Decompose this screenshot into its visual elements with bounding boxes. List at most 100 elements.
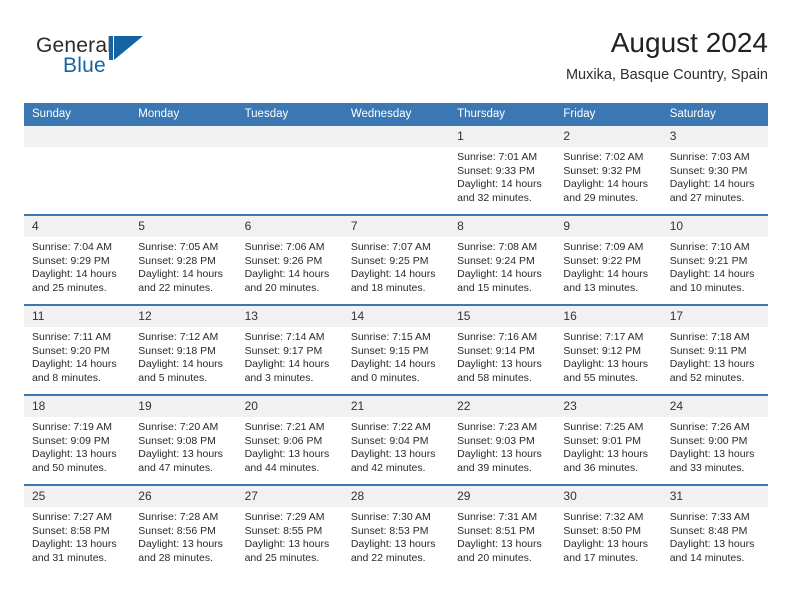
day-details: Sunrise: 7:31 AM Sunset: 8:51 PM Daylight:… [449,507,555,565]
daylight-text-line1: Daylight: 13 hours [457,448,542,461]
day-number: 25 [24,486,131,507]
calendar-day-cell[interactable]: 9 Sunrise: 7:09 AM Sunset: 9:22 PM Daylight… [555,214,662,305]
sunrise-text: Sunrise: 7:03 AM [669,151,750,163]
sunrise-text: Sunrise: 7:15 AM [350,331,431,343]
weekday-header-tuesday: Tuesday [236,103,343,126]
calendar-day-cell[interactable]: 26 Sunrise: 7:28 AM Sunset: 8:56 PM Dayligh… [130,484,237,574]
calendar-day-cell[interactable]: 13 Sunrise: 7:14 AM Sunset: 9:17 PM Dayligh… [236,304,343,395]
day-details: Sunrise: 7:26 AM Sunset: 9:00 PM Daylight:… [662,417,768,475]
day-number [342,126,450,147]
day-details: Sunrise: 7:01 AM Sunset: 9:33 PM Daylight:… [449,147,555,205]
day-details: Sunrise: 7:18 AM Sunset: 9:11 PM Daylight:… [662,327,768,385]
day-number: 24 [661,396,768,417]
day-number: 4 [24,216,131,237]
calendar-day-cell[interactable]: 31 Sunrise: 7:33 AM Sunset: 8:48 PM Dayligh… [661,484,768,574]
calendar-day-cell[interactable]: 17 Sunrise: 7:18 AM Sunset: 9:11 PM Dayligh… [661,304,768,395]
sunset-text: Sunset: 9:14 PM [457,344,535,357]
daylight-text-line1: Daylight: 14 hours [669,178,755,191]
sunrise-text: Sunrise: 7:21 AM [244,421,325,433]
calendar-day-cell[interactable]: 30 Sunrise: 7:32 AM Sunset: 8:50 PM Dayligh… [555,484,662,574]
daylight-text-line1: Daylight: 13 hours [669,538,755,551]
calendar-day-cell[interactable]: 6 Sunrise: 7:06 AM Sunset: 9:26 PM Daylight… [236,214,343,305]
calendar-day-cell[interactable]: 23 Sunrise: 7:25 AM Sunset: 9:01 PM Dayligh… [555,394,662,485]
daylight-text-line2: and 25 minutes. [244,551,320,564]
daylight-text-line2: and 8 minutes. [32,371,101,384]
day-number: 31 [661,486,768,507]
calendar-week-row: 1 Sunrise: 7:01 AM Sunset: 9:33 PM Daylight… [24,126,768,215]
daylight-text-line1: Daylight: 13 hours [457,358,542,371]
day-details: Sunrise: 7:30 AM Sunset: 8:53 PM Daylight:… [343,507,449,565]
weekday-header-thursday: Thursday [449,103,556,126]
sunrise-text: Sunrise: 7:28 AM [138,511,219,523]
title-block: August 2024 Muxika, Basque Country, Spai… [566,26,768,84]
daylight-text-line1: Daylight: 13 hours [138,448,223,461]
calendar-header-row: Sunday Monday Tuesday Wednesday Thursday Frid… [24,103,768,126]
calendar-day-cell[interactable]: 10 Sunrise: 7:10 AM Sunset: 9:21 PM Dayligh… [661,214,768,305]
calendar-day-cell[interactable]: 16 Sunrise: 7:17 AM Sunset: 9:12 PM Dayligh… [555,304,662,395]
day-details: Sunrise: 7:23 AM Sunset: 9:03 PM Daylight:… [449,417,555,475]
calendar-day-cell[interactable]: 28 Sunrise: 7:30 AM Sunset: 8:53 PM Dayligh… [342,484,450,574]
sunrise-text: Sunrise: 7:12 AM [138,331,219,343]
sunrise-text: Sunrise: 7:26 AM [669,421,750,433]
calendar-day-cell[interactable]: 14 Sunrise: 7:15 AM Sunset: 9:15 PM Dayligh… [342,304,450,395]
day-number: 19 [130,396,237,417]
calendar-day-cell[interactable]: 3 Sunrise: 7:03 AM Sunset: 9:30 PM Daylight… [661,126,768,215]
calendar-day-cell[interactable]: 29 Sunrise: 7:31 AM Sunset: 8:51 PM Dayligh… [449,484,556,574]
calendar-day-cell[interactable]: 2 Sunrise: 7:02 AM Sunset: 9:32 PM Daylight… [555,126,662,215]
day-details: Sunrise: 7:32 AM Sunset: 8:50 PM Daylight:… [555,507,661,565]
calendar-day-cell[interactable]: 27 Sunrise: 7:29 AM Sunset: 8:55 PM Dayligh… [236,484,343,574]
day-number: 1 [449,126,556,147]
day-details: Sunrise: 7:19 AM Sunset: 9:09 PM Daylight:… [24,417,130,475]
calendar-day-cell[interactable]: 21 Sunrise: 7:22 AM Sunset: 9:04 PM Dayligh… [342,394,450,485]
sunrise-text: Sunrise: 7:16 AM [457,331,538,343]
daylight-text-line1: Daylight: 13 hours [563,538,649,551]
sunrise-text: Sunrise: 7:20 AM [138,421,219,433]
calendar-day-cell[interactable]: 19 Sunrise: 7:20 AM Sunset: 9:08 PM Dayligh… [130,394,237,485]
daylight-text-line2: and 29 minutes. [563,191,639,204]
calendar-day-cell[interactable]: 8 Sunrise: 7:08 AM Sunset: 9:24 PM Daylight… [449,214,556,305]
calendar-day-cell[interactable]: 11 Sunrise: 7:11 AM Sunset: 9:20 PM Dayligh… [24,304,131,395]
brand-logo[interactable]: General Blue [36,34,196,90]
calendar-day-cell-empty [24,126,131,215]
calendar-day-cell[interactable]: 4 Sunrise: 7:04 AM Sunset: 9:29 PM Daylight… [24,214,131,305]
calendar-day-cell[interactable]: 25 Sunrise: 7:27 AM Sunset: 8:58 PM Dayligh… [24,484,131,574]
calendar-week-row: 18 Sunrise: 7:19 AM Sunset: 9:09 PM Dayligh… [24,394,768,485]
sunset-text: Sunset: 8:55 PM [244,524,323,537]
day-number: 3 [661,126,768,147]
calendar-day-cell[interactable]: 18 Sunrise: 7:19 AM Sunset: 9:09 PM Dayligh… [24,394,131,485]
calendar-day-cell[interactable]: 22 Sunrise: 7:23 AM Sunset: 9:03 PM Dayligh… [449,394,556,485]
day-details: Sunrise: 7:28 AM Sunset: 8:56 PM Daylight:… [130,507,236,565]
day-number: 9 [555,216,662,237]
daylight-text-line1: Daylight: 14 hours [244,268,330,281]
page-subtitle: Muxika, Basque Country, Spain [565,67,768,83]
day-details: Sunrise: 7:04 AM Sunset: 9:29 PM Daylight:… [24,237,130,295]
calendar-day-cell[interactable]: 24 Sunrise: 7:26 AM Sunset: 9:00 PM Dayligh… [661,394,768,485]
calendar-day-cell[interactable]: 1 Sunrise: 7:01 AM Sunset: 9:33 PM Daylight… [449,126,556,215]
day-number: 8 [449,216,556,237]
day-details: Sunrise: 7:15 AM Sunset: 9:15 PM Daylight:… [343,327,449,385]
daylight-text-line1: Daylight: 13 hours [457,538,542,551]
sunrise-text: Sunrise: 7:06 AM [244,241,325,253]
daylight-text-line2: and 13 minutes. [563,281,639,294]
sunset-text: Sunset: 9:28 PM [138,254,216,267]
calendar-day-cell[interactable]: 7 Sunrise: 7:07 AM Sunset: 9:25 PM Daylight… [342,214,450,305]
calendar-day-cell[interactable]: 5 Sunrise: 7:05 AM Sunset: 9:28 PM Daylight… [130,214,237,305]
daylight-text-line2: and 10 minutes. [669,281,745,294]
calendar-day-cell[interactable]: 20 Sunrise: 7:21 AM Sunset: 9:06 PM Dayligh… [236,394,343,485]
day-number: 14 [342,306,450,327]
sunrise-text: Sunrise: 7:02 AM [563,151,644,163]
calendar-day-cell[interactable]: 15 Sunrise: 7:16 AM Sunset: 9:14 PM Dayligh… [449,304,556,395]
calendar-day-cell[interactable]: 12 Sunrise: 7:12 AM Sunset: 9:18 PM Dayligh… [130,304,237,395]
day-number [24,126,131,147]
sunset-text: Sunset: 8:48 PM [669,524,748,537]
day-number: 2 [555,126,662,147]
daylight-text-line1: Daylight: 13 hours [563,358,649,371]
weekday-header-monday: Monday [130,103,237,126]
sunrise-text: Sunrise: 7:31 AM [457,511,538,523]
daylight-text-line2: and 33 minutes. [669,461,745,474]
calendar-day-cell-empty [130,126,237,215]
sunset-text: Sunset: 8:53 PM [350,524,429,537]
day-number: 15 [449,306,556,327]
day-number: 20 [236,396,343,417]
sunset-text: Sunset: 9:24 PM [457,254,535,267]
